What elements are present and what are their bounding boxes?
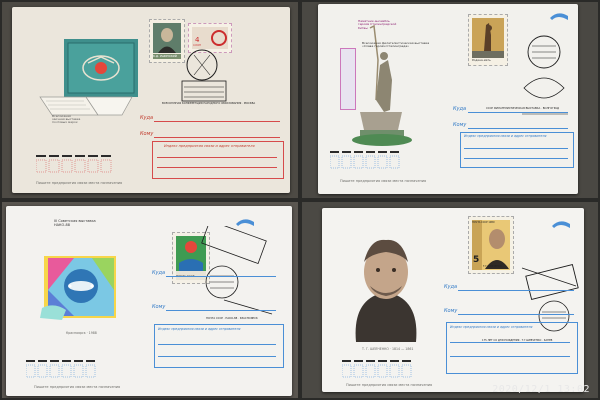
address-caption: Индекс предприятия связи и адрес отправи…	[464, 134, 547, 138]
envelope-illustration	[32, 39, 142, 123]
envelope-illustration	[40, 256, 116, 320]
left-text: Памятник-ансамбль героям Сталинградской …	[358, 19, 397, 30]
bottom-caption: Пишите предприятия связи места назначени…	[34, 385, 121, 389]
postmark	[181, 49, 227, 102]
label-kuda: Куда	[444, 284, 458, 290]
postmark-text: СССР ФИЛАТЕЛИСТИЧЕСКАЯ ВЫСТАВКА · ВОЛГОГ…	[486, 107, 560, 110]
envelope-illustration	[342, 228, 430, 342]
address-line	[166, 276, 276, 277]
stamp-value: 5	[473, 255, 480, 265]
left-caption: Красноярск · 1988	[66, 331, 97, 335]
address-line	[468, 112, 568, 113]
address-line	[458, 290, 574, 291]
address-line	[158, 344, 276, 345]
bottom-caption: Пишите предприятия связи места назначени…	[340, 179, 427, 183]
address-line	[154, 137, 280, 138]
svg-text:4: 4	[195, 36, 200, 44]
label-kuda: Куда	[140, 115, 154, 121]
postage-stamp: Родина-мать	[468, 14, 508, 66]
postmark-text: ВСЕСОЮЗНАЯ КОНФЕРЕНЦИЯ НАРОДНОГО ОБРАЗОВ…	[162, 102, 256, 105]
label-komu: Кому	[444, 308, 458, 314]
label-komu: Кому	[140, 131, 154, 137]
post-horn-icon	[552, 221, 570, 228]
post-horn-icon	[550, 13, 568, 20]
photo-scene: Всесоюзная заочная выставка почтовых мар…	[0, 0, 600, 400]
address-line	[468, 128, 568, 129]
envelope-paper: Всесоюзная заочная выставка почтовых мар…	[12, 7, 290, 193]
label-kuda: Куда	[152, 270, 166, 276]
title-text: III Советская выставка НАКО-88	[54, 219, 96, 227]
portrait-caption: Т. Г. ШЕВЧЕНКО · 1814 — 1861	[362, 347, 414, 351]
address-caption: Индекс предприятия связи и адрес отправи…	[450, 325, 533, 329]
illustration-caption: Всесоюзная заочная выставка почтовых мар…	[52, 114, 81, 124]
bottom-caption: Пишите предприятия связи места назначени…	[346, 383, 433, 387]
recipient-box	[446, 322, 578, 374]
envelope-paper: Т. Г. ШЕВЧЕНКО · 1814 — 1861 5 ПОЧТА ССС…	[322, 208, 584, 392]
bottom-caption: Пишите предприятия связи места назначени…	[36, 181, 123, 185]
address-line	[450, 356, 570, 357]
postcode-boxes	[26, 360, 96, 378]
envelope-top-right: Памятник-ансамбль героям Сталинградской …	[302, 2, 598, 198]
stamp-name: Родина-мать	[472, 58, 491, 62]
address-line	[464, 148, 568, 149]
vertical-caption	[340, 48, 356, 110]
label-komu: Кому	[152, 304, 166, 310]
label-komu: Кому	[453, 122, 467, 128]
postcode-boxes	[36, 155, 112, 173]
label-kuda: Куда	[453, 106, 467, 112]
postage-stamp: 5 ПОЧТА СССР 1989 Т.Г.ШЕВЧЕНКО	[468, 216, 514, 274]
postmark-text: ПОЧТА СССР · НАКО-88 · КРАСНОЯРСК	[206, 317, 258, 320]
post-horn-icon	[236, 219, 254, 226]
postmark	[522, 35, 568, 115]
envelope-bottom-left: III Советская выставка НАКО-88 Красноярс…	[2, 202, 298, 398]
envelope-bottom-right: Т. Г. ШЕВЧЕНКО · 1814 — 1861 5 ПОЧТА ССС…	[302, 202, 598, 398]
address-caption: Индекс предприятия связи и адрес отправи…	[164, 144, 255, 148]
envelope-paper: III Советская выставка НАКО-88 Красноярс…	[6, 206, 292, 396]
address-line	[154, 121, 280, 122]
photo-timestamp: 2020/12/1 13:02	[492, 384, 590, 395]
address-line	[157, 167, 277, 168]
address-line	[166, 310, 276, 311]
address-line	[157, 157, 277, 158]
address-line	[458, 314, 574, 315]
address-caption: Индекс предприятия связи и адрес отправи…	[158, 327, 241, 331]
stamp-name: Т.Г.ШЕВЧЕНКО	[483, 265, 502, 268]
envelope-top-left: Всесоюзная заочная выставка почтовых мар…	[2, 2, 298, 198]
postcode-boxes	[330, 151, 400, 169]
postcode-boxes	[342, 360, 412, 378]
address-line	[450, 342, 570, 343]
envelope-paper: Памятник-ансамбль героям Сталинградской …	[318, 4, 578, 194]
address-line	[158, 356, 276, 357]
stamp-header: ПОЧТА СССР 1989	[472, 221, 495, 224]
title-text: Всесоюзная филателистическая выставка «С…	[362, 41, 430, 49]
address-line	[464, 158, 568, 159]
